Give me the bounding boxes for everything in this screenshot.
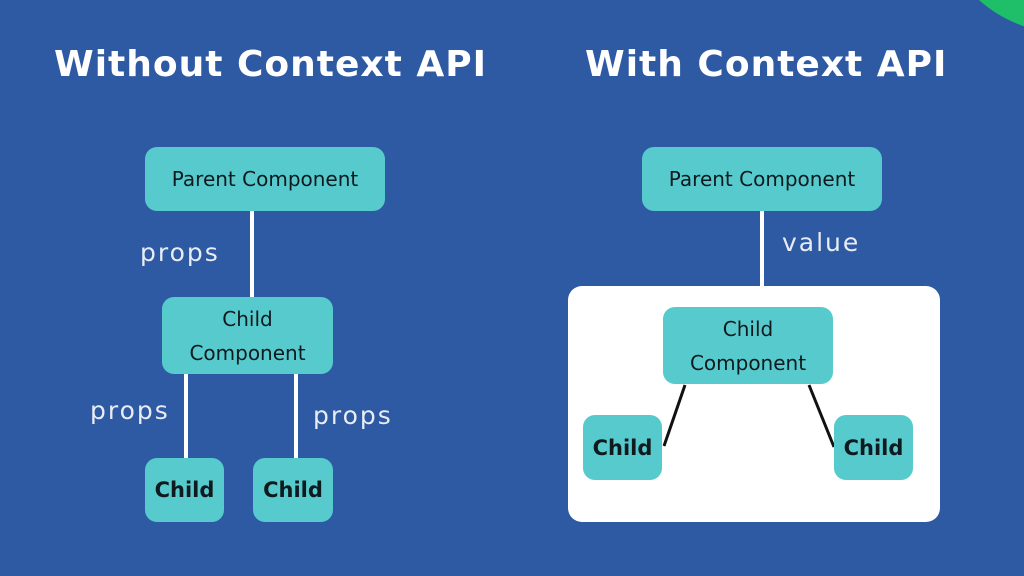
right-leaf-child-2: Child xyxy=(834,415,913,480)
right-leaf-child-1: Child xyxy=(583,415,662,480)
right-connector-lines xyxy=(662,384,836,448)
right-child-node: Child Component xyxy=(663,307,833,384)
right-edge-child-leaf-right xyxy=(807,384,836,448)
right-edge-child-leaf-left xyxy=(662,384,687,447)
